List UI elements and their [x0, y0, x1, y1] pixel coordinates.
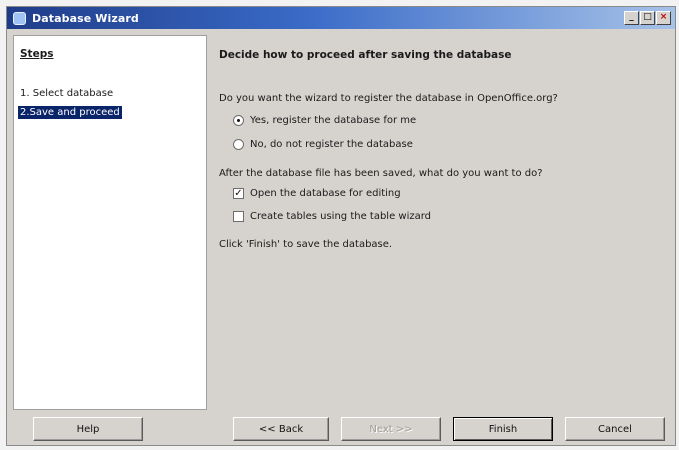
title-bar[interactable]: Database Wizard _ □ ×: [7, 7, 675, 29]
help-button[interactable]: Help: [33, 417, 143, 441]
checkbox-checked[interactable]: ✓: [233, 188, 244, 199]
next-button[interactable]: Next >>: [341, 417, 441, 441]
window-controls: _ □ ×: [623, 11, 671, 25]
page-heading: Decide how to proceed after saving the d…: [219, 49, 512, 61]
close-icon[interactable]: ×: [656, 11, 671, 25]
wizard-page: Decide how to proceed after saving the d…: [217, 35, 671, 410]
create-tables-option[interactable]: Create tables using the table wizard: [233, 211, 431, 222]
window-title: Database Wizard: [32, 11, 139, 25]
register-yes-option[interactable]: Yes, register the database for me: [233, 115, 416, 126]
radio-button-selected[interactable]: [233, 115, 244, 126]
step-save-and-proceed[interactable]: 2.Save and proceed: [18, 106, 122, 119]
register-no-label: No, do not register the database: [250, 139, 413, 150]
checkbox[interactable]: [233, 211, 244, 222]
create-tables-label: Create tables using the table wizard: [250, 211, 432, 222]
finish-button[interactable]: Finish: [453, 417, 553, 441]
register-question: Do you want the wizard to register the d…: [219, 93, 558, 104]
step-select-database[interactable]: 1. Select database: [18, 87, 115, 100]
database-icon: [13, 11, 26, 25]
register-no-option[interactable]: No, do not register the database: [233, 139, 413, 150]
back-button[interactable]: << Back: [233, 417, 329, 441]
cancel-button[interactable]: Cancel: [565, 417, 665, 441]
steps-panel: Steps 1. Select database 2.Save and proc…: [13, 35, 207, 410]
maximize-icon[interactable]: □: [640, 11, 655, 25]
radio-button[interactable]: [233, 139, 244, 150]
register-yes-label: Yes, register the database for me: [250, 115, 417, 126]
after-save-question: After the database file has been saved, …: [219, 168, 543, 179]
steps-title: Steps: [20, 48, 54, 60]
finish-hint: Click 'Finish' to save the database.: [219, 239, 393, 250]
minimize-icon[interactable]: _: [624, 11, 639, 25]
database-wizard-dialog: Database Wizard _ □ × Steps 1. Select da…: [6, 6, 676, 446]
open-for-editing-label: Open the database for editing: [250, 188, 401, 199]
open-for-editing-option[interactable]: ✓ Open the database for editing: [233, 188, 401, 199]
